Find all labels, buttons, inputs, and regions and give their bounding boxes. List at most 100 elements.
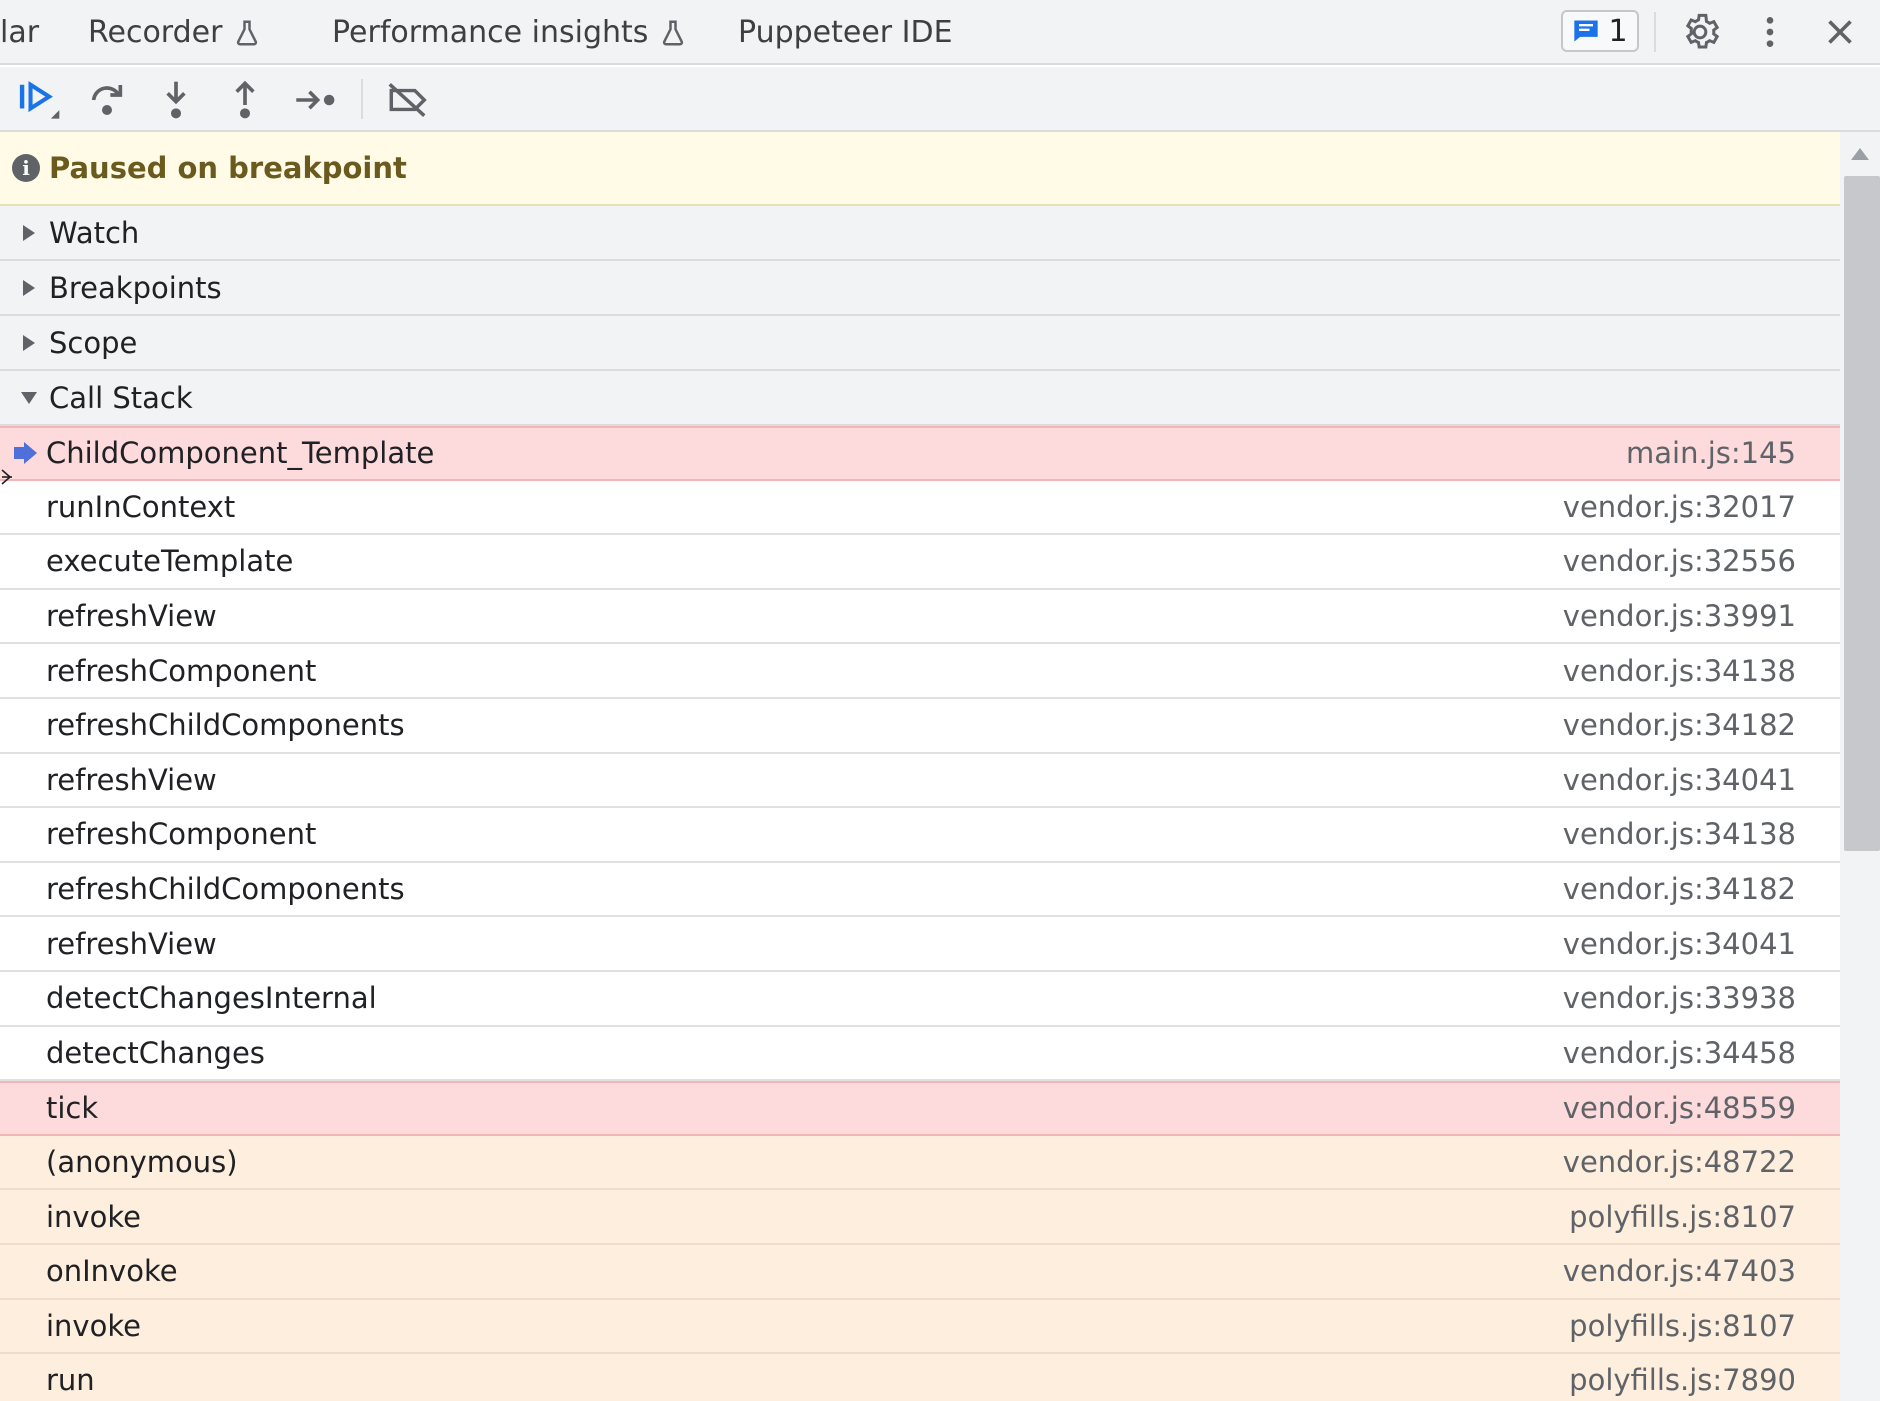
frame-location[interactable]: vendor.js:47403: [1563, 1254, 1796, 1288]
step-into-button[interactable]: [149, 73, 203, 127]
frame-function: run: [46, 1363, 95, 1398]
frame-function: refreshComponent: [46, 653, 317, 688]
call-frame[interactable]: refreshChildComponents vendor.js:34182: [0, 699, 1840, 754]
call-frame[interactable]: refreshComponent vendor.js:34138: [0, 644, 1840, 699]
frame-function: refreshView: [46, 762, 217, 797]
call-frame-ignored[interactable]: run polyfills.js:7890: [0, 1354, 1840, 1401]
frame-function: refreshChildComponents: [46, 872, 405, 907]
flask-icon: [663, 20, 684, 45]
step-over-icon: [91, 85, 123, 115]
triangle-right-icon: [18, 222, 40, 244]
call-frame[interactable]: detectChanges vendor.js:34458: [0, 1027, 1840, 1082]
frame-function: refreshView: [46, 926, 217, 961]
frame-location[interactable]: vendor.js:33938: [1563, 981, 1796, 1015]
paused-banner: i Paused on breakpoint: [0, 132, 1840, 206]
frame-function: refreshChildComponents: [46, 708, 405, 743]
frame-location[interactable]: vendor.js:34138: [1563, 817, 1796, 851]
step-out-button[interactable]: [218, 73, 272, 127]
frame-location[interactable]: vendor.js:34458: [1563, 1036, 1796, 1070]
toolbar-divider: [1654, 12, 1656, 52]
frame-location[interactable]: main.js:145: [1626, 436, 1796, 470]
call-frame[interactable]: runInContext vendor.js:32017: [0, 481, 1840, 536]
frame-location[interactable]: vendor.js:48559: [1563, 1091, 1796, 1125]
frame-location[interactable]: polyfills.js:7890: [1569, 1363, 1796, 1397]
current-frame-arrow-icon: [14, 442, 37, 465]
call-frame-ignored[interactable]: invoke polyfills.js:8107: [0, 1299, 1840, 1355]
frame-function: invoke: [46, 1199, 141, 1234]
flask-icon: [237, 20, 258, 45]
frame-location[interactable]: vendor.js:34182: [1563, 872, 1796, 906]
mouse-cursor-icon: [1, 469, 12, 485]
message-icon: [1574, 20, 1599, 42]
section-watch[interactable]: Watch: [0, 206, 1840, 261]
frame-location[interactable]: vendor.js:34041: [1563, 927, 1796, 961]
call-frame[interactable]: refreshView vendor.js:34041: [0, 754, 1840, 809]
deactivate-breakpoints-button[interactable]: [380, 73, 434, 127]
toolbar-divider: [361, 79, 363, 119]
frame-function: (anonymous): [46, 1145, 238, 1180]
more-options-button[interactable]: [1746, 8, 1794, 56]
tab-puppeteer-ide[interactable]: Puppeteer IDE: [738, 0, 953, 65]
scrollbar-thumb[interactable]: [1844, 176, 1880, 851]
close-icon: [1828, 20, 1852, 44]
frame-function: onInvoke: [46, 1254, 178, 1289]
call-frame[interactable]: executeTemplate vendor.js:32556: [0, 535, 1840, 590]
step-into-icon: [166, 81, 186, 119]
frame-function: detectChangesInternal: [46, 981, 377, 1016]
tab-partial[interactable]: lar: [0, 0, 39, 65]
section-call-stack[interactable]: Call Stack: [0, 371, 1840, 426]
call-frame[interactable]: detectChangesInternal vendor.js:33938: [0, 972, 1840, 1027]
frame-function: refreshComponent: [46, 817, 317, 852]
frame-function: refreshView: [46, 599, 217, 634]
settings-button[interactable]: [1676, 8, 1724, 56]
scroll-up-arrow-icon[interactable]: [1850, 147, 1870, 161]
resume-button[interactable]: [12, 73, 66, 127]
panel-tab-bar: lar Recorder Performance insights Puppet…: [0, 0, 1880, 65]
frame-location[interactable]: vendor.js:48722: [1563, 1145, 1796, 1179]
info-icon: i: [12, 154, 40, 182]
call-frame[interactable]: refreshChildComponents vendor.js:34182: [0, 863, 1840, 918]
frame-location[interactable]: vendor.js:34182: [1563, 708, 1796, 742]
frame-location[interactable]: vendor.js:34138: [1563, 654, 1796, 688]
call-frame-ignored[interactable]: invoke polyfills.js:8107: [0, 1190, 1840, 1245]
triangle-down-icon: [18, 387, 40, 409]
close-devtools-button[interactable]: [1816, 8, 1864, 56]
debugger-toolbar: [0, 67, 1880, 132]
more-vert-icon: [1766, 17, 1774, 47]
frame-function: ChildComponent_Template: [46, 436, 435, 471]
step-icon: [296, 90, 335, 110]
call-frame[interactable]: refreshComponent vendor.js:34138: [0, 808, 1840, 863]
gear-icon: [1685, 13, 1720, 49]
deactivate-breakpoints-icon: [388, 83, 427, 117]
paused-message: Paused on breakpoint: [49, 151, 407, 185]
frame-location[interactable]: polyfills.js:8107: [1569, 1309, 1796, 1343]
frame-function: invoke: [46, 1308, 141, 1343]
frame-location[interactable]: vendor.js:33991: [1563, 599, 1796, 633]
frame-location[interactable]: polyfills.js:8107: [1569, 1200, 1796, 1234]
step-button[interactable]: [289, 73, 343, 127]
frame-function: detectChanges: [46, 1035, 265, 1070]
call-frame[interactable]: ChildComponent_Template main.js:145: [0, 426, 1840, 481]
triangle-right-icon: [18, 332, 40, 354]
call-frame[interactable]: refreshView vendor.js:34041: [0, 917, 1840, 972]
tab-recorder[interactable]: Recorder: [88, 0, 262, 65]
call-frame-selected[interactable]: tick vendor.js:48559: [0, 1081, 1840, 1136]
call-frame[interactable]: refreshView vendor.js:33991: [0, 590, 1840, 645]
section-breakpoints[interactable]: Breakpoints: [0, 261, 1840, 316]
step-out-icon: [235, 80, 255, 119]
issues-badge[interactable]: 1: [1561, 10, 1639, 52]
call-frame-ignored[interactable]: (anonymous) vendor.js:48722: [0, 1135, 1840, 1191]
section-scope[interactable]: Scope: [0, 316, 1840, 371]
debugger-sidebar: i Paused on breakpoint Watch Breakpoints…: [0, 132, 1840, 1401]
call-frame-ignored[interactable]: onInvoke vendor.js:47403: [0, 1244, 1840, 1300]
frame-location[interactable]: vendor.js:32556: [1563, 544, 1796, 578]
call-stack-list: ChildComponent_Template main.js:145 runI…: [0, 426, 1840, 1401]
frame-location[interactable]: vendor.js:32017: [1563, 490, 1796, 524]
frame-function: tick: [46, 1091, 99, 1126]
frame-function: runInContext: [46, 489, 236, 524]
frame-location[interactable]: vendor.js:34041: [1563, 763, 1796, 797]
tab-performance-insights[interactable]: Performance insights: [332, 0, 688, 65]
frame-function: executeTemplate: [46, 544, 294, 579]
triangle-right-icon: [18, 277, 40, 299]
step-over-button[interactable]: [80, 73, 134, 127]
